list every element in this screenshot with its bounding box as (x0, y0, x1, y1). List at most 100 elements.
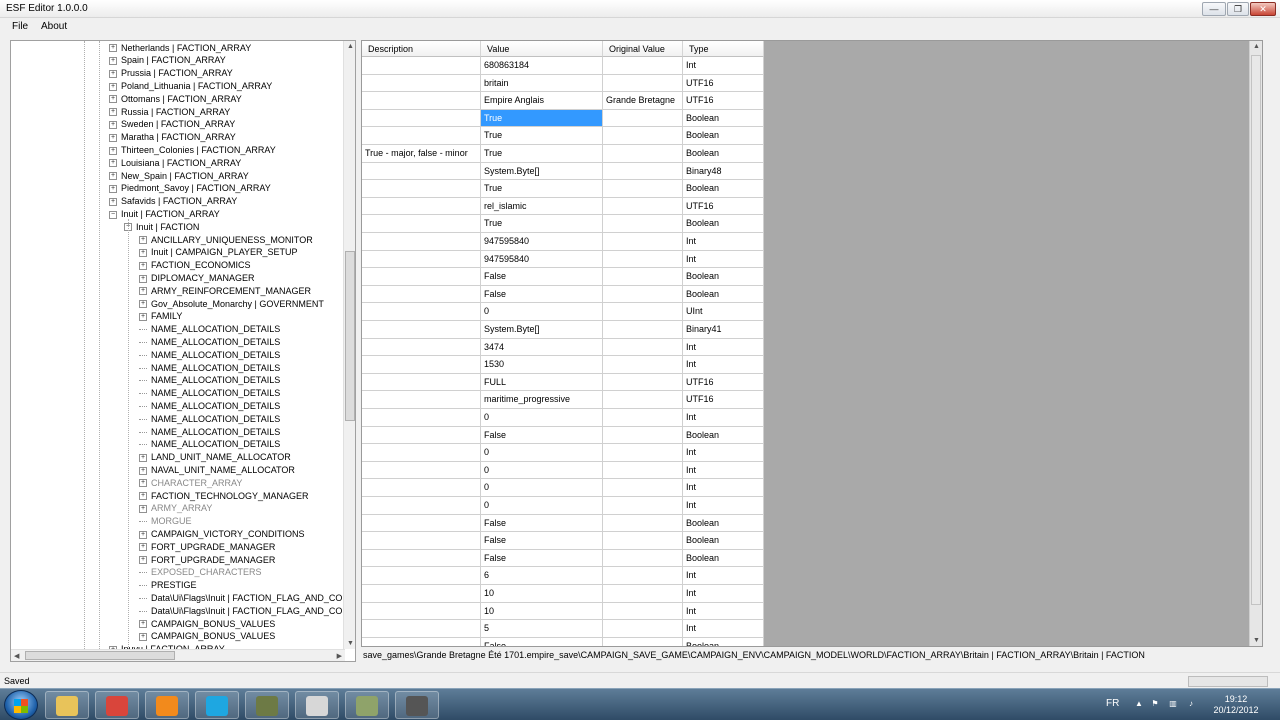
column-header-description[interactable]: Description (362, 41, 481, 57)
tree-node[interactable]: + Netherlands | FACTION_ARRAY (109, 42, 251, 55)
column-header-type[interactable]: Type (683, 41, 764, 57)
expand-icon[interactable]: + (139, 300, 147, 309)
value-cell[interactable]: True (481, 215, 603, 233)
value-cell[interactable]: 10 (481, 602, 603, 621)
tree-node[interactable]: NAME_ALLOCATION_DETAILS (139, 323, 280, 336)
expand-icon[interactable]: + (109, 133, 117, 142)
value-cell[interactable]: System.Byte[] (481, 321, 603, 339)
expand-icon[interactable]: + (139, 543, 147, 552)
menu-file[interactable]: File (12, 21, 28, 32)
tree-node[interactable]: NAME_ALLOCATION_DETAILS (139, 400, 280, 413)
tree-node[interactable]: NAME_ALLOCATION_DETAILS (139, 387, 280, 400)
tree-node[interactable]: + Inuit | CAMPAIGN_PLAYER_SETUP (139, 246, 298, 259)
tree-node[interactable]: + DIPLOMACY_MANAGER (139, 272, 255, 285)
tray-arrow-icon[interactable]: ▲ (1134, 699, 1144, 709)
value-cell[interactable]: 5 (481, 620, 603, 638)
tree-node[interactable]: + LAND_UNIT_NAME_ALLOCATOR (139, 451, 291, 464)
expand-icon[interactable]: + (109, 146, 117, 155)
tree-node[interactable]: + ARMY_REINFORCEMENT_MANAGER (139, 285, 311, 298)
value-cell[interactable]: Empire Anglais (481, 92, 603, 110)
collapse-icon[interactable]: − (109, 210, 117, 219)
tree-view[interactable]: + Netherlands | FACTION_ARRAY + Spain | FAC… (10, 40, 356, 662)
value-cell[interactable]: 0 (481, 497, 603, 515)
tree-node[interactable]: + FAMILY (139, 310, 182, 323)
tree-node[interactable]: MORGUE (139, 515, 192, 528)
value-cell[interactable]: False (481, 549, 603, 568)
expand-icon[interactable]: + (139, 530, 147, 539)
tree-node[interactable]: NAME_ALLOCATION_DETAILS (139, 374, 280, 387)
expand-icon[interactable]: + (139, 453, 147, 462)
expand-icon[interactable]: + (109, 172, 117, 181)
scroll-left-icon[interactable]: ◀ (14, 652, 19, 660)
tree-node[interactable]: NAME_ALLOCATION_DETAILS (139, 349, 280, 362)
tree-node[interactable]: + CAMPAIGN_VICTORY_CONDITIONS (139, 528, 305, 541)
minimize-button[interactable]: — (1202, 2, 1226, 16)
tree-node[interactable]: EXPOSED_CHARACTERS (139, 566, 262, 579)
tree-node[interactable]: + Thirteen_Colonies | FACTION_ARRAY (109, 144, 276, 157)
expand-icon[interactable]: + (139, 556, 147, 565)
taskbar-app-button[interactable] (245, 691, 289, 719)
taskbar-app-button[interactable] (395, 691, 439, 719)
language-indicator[interactable]: FR (1106, 698, 1119, 709)
expand-icon[interactable]: + (139, 261, 147, 270)
tree-node[interactable]: + ARMY_ARRAY (139, 502, 212, 515)
tree-vertical-scrollbar[interactable]: ▲ ▼ (343, 41, 355, 649)
tree-horizontal-scroll-thumb[interactable] (25, 651, 175, 660)
value-cell[interactable]: 947595840 (481, 233, 603, 251)
taskbar-app-button[interactable] (145, 691, 189, 719)
expand-icon[interactable]: + (139, 479, 147, 488)
tree-node[interactable]: Data\Ui\Flags\Inuit | FACTION_FLAG_AND_C… (139, 605, 345, 618)
value-cell[interactable]: 680863184 (481, 57, 603, 75)
value-cell[interactable]: False (481, 268, 603, 286)
scroll-right-icon[interactable]: ▶ (337, 652, 342, 660)
expand-icon[interactable]: + (109, 95, 117, 104)
maximize-button[interactable]: ❐ (1227, 2, 1249, 16)
tree-node[interactable]: NAME_ALLOCATION_DETAILS (139, 413, 280, 426)
tree-node[interactable]: + Poland_Lithuania | FACTION_ARRAY (109, 80, 272, 93)
tree-node[interactable]: + Russia | FACTION_ARRAY (109, 106, 230, 119)
tree-node[interactable]: NAME_ALLOCATION_DETAILS (139, 336, 280, 349)
tree-node[interactable]: + FORT_UPGRADE_MANAGER (139, 541, 275, 554)
tree-node[interactable]: − Inuit | FACTION_ARRAY (109, 208, 220, 221)
close-button[interactable]: ✕ (1250, 2, 1276, 16)
value-cell[interactable]: System.Byte[] (481, 162, 603, 181)
grid-vertical-scrollbar[interactable]: ▲ ▼ (1249, 41, 1262, 646)
tree-node[interactable]: + Spain | FACTION_ARRAY (109, 54, 226, 67)
value-cell[interactable]: 0 (481, 479, 603, 497)
tree-node[interactable]: + CAMPAIGN_BONUS_VALUES (139, 618, 275, 631)
expand-icon[interactable]: + (139, 466, 147, 475)
tray-network-icon[interactable]: ▥ (1168, 699, 1178, 709)
tree-node[interactable]: + Sweden | FACTION_ARRAY (109, 118, 235, 131)
tree-node[interactable]: + FACTION_TECHNOLOGY_MANAGER (139, 490, 309, 503)
scroll-down-icon[interactable]: ▼ (347, 640, 354, 647)
tray-flag-icon[interactable]: ⚑ (1150, 699, 1160, 709)
value-cell[interactable]: True (481, 109, 603, 128)
property-grid[interactable]: Description Value Original Value Type 680863… (361, 40, 1263, 647)
tree-node[interactable]: + CAMPAIGN_BONUS_VALUES (139, 630, 275, 643)
expand-icon[interactable]: + (139, 504, 147, 513)
value-cell[interactable]: rel_islamic (481, 197, 603, 216)
tree-node[interactable]: + New_Spain | FACTION_ARRAY (109, 170, 249, 183)
tree-node[interactable]: + CHARACTER_ARRAY (139, 477, 242, 490)
value-cell[interactable]: 0 (481, 444, 603, 462)
taskbar-app-button[interactable] (95, 691, 139, 719)
value-cell[interactable]: True (481, 180, 603, 198)
value-cell[interactable]: 3474 (481, 338, 603, 357)
tree-node[interactable]: + Maratha | FACTION_ARRAY (109, 131, 236, 144)
expand-icon[interactable]: + (139, 632, 147, 641)
value-cell[interactable]: 0 (481, 303, 603, 321)
tree-node[interactable]: NAME_ALLOCATION_DETAILS (139, 362, 280, 375)
expand-icon[interactable]: + (109, 56, 117, 65)
value-cell[interactable]: 947595840 (481, 250, 603, 269)
expand-icon[interactable]: + (139, 287, 147, 296)
expand-icon[interactable]: + (139, 492, 147, 501)
taskbar-app-button[interactable] (295, 691, 339, 719)
value-cell[interactable]: False (481, 637, 603, 646)
tree-node[interactable]: + FORT_UPGRADE_MANAGER (139, 554, 275, 567)
tray-volume-icon[interactable]: ♪ (1186, 699, 1196, 709)
tree-vertical-scroll-thumb[interactable] (345, 251, 355, 421)
tree-node[interactable]: + NAVAL_UNIT_NAME_ALLOCATOR (139, 464, 295, 477)
expand-icon[interactable]: + (139, 312, 147, 321)
value-cell[interactable]: False (481, 514, 603, 533)
value-cell[interactable]: 0 (481, 409, 603, 427)
